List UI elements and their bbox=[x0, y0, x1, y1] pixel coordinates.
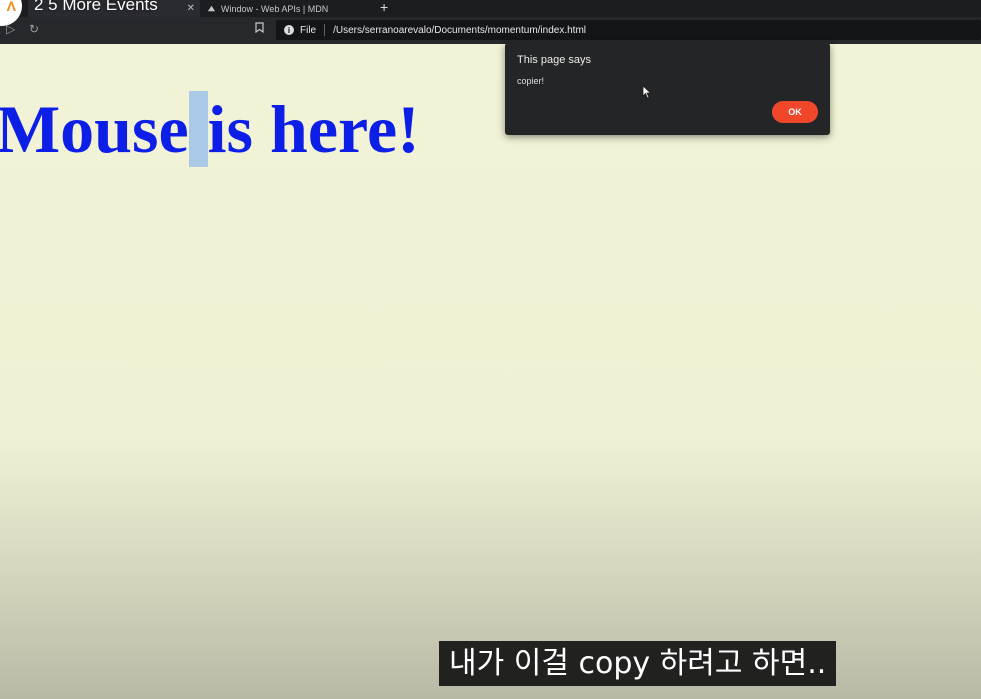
address-scheme: File bbox=[300, 24, 317, 36]
page-heading: Mouse is here! bbox=[0, 89, 420, 169]
nomad-logo-icon: Λ bbox=[6, 0, 16, 14]
info-icon[interactable]: i bbox=[284, 25, 294, 35]
video-title[interactable]: 2 5 More Events bbox=[34, 0, 158, 15]
video-subtitle: 내가 이걸 copy 하려고 하면.. bbox=[439, 641, 837, 686]
text-selection bbox=[188, 91, 208, 167]
address-separator bbox=[324, 24, 326, 36]
heading-text-before: Mouse bbox=[0, 91, 189, 167]
address-url: /Users/serranoarevalo/Documents/momentum… bbox=[333, 24, 587, 36]
browser-toolbar: ▷ ↻ i File /Users/serranoarevalo/Documen… bbox=[0, 17, 981, 44]
address-bar[interactable]: i File /Users/serranoarevalo/Documents/m… bbox=[276, 20, 981, 40]
mdn-icon bbox=[206, 4, 216, 14]
bookmark-icon[interactable] bbox=[255, 22, 264, 36]
tab-mdn[interactable]: Window - Web APIs | MDN bbox=[200, 0, 375, 17]
reload-icon[interactable]: ↻ bbox=[29, 22, 39, 36]
ok-button[interactable]: OK bbox=[772, 101, 818, 123]
tab-label: Window - Web APIs | MDN bbox=[221, 3, 329, 14]
close-tab-icon[interactable]: ✕ bbox=[187, 3, 195, 14]
alert-message: copier! bbox=[517, 76, 545, 86]
new-tab-button[interactable]: + bbox=[380, 0, 388, 15]
heading-text-after: is here! bbox=[207, 91, 420, 167]
alert-dialog: This page says copier! OK bbox=[505, 43, 830, 135]
alert-title: This page says bbox=[517, 54, 591, 66]
mouse-cursor-icon bbox=[642, 85, 652, 104]
